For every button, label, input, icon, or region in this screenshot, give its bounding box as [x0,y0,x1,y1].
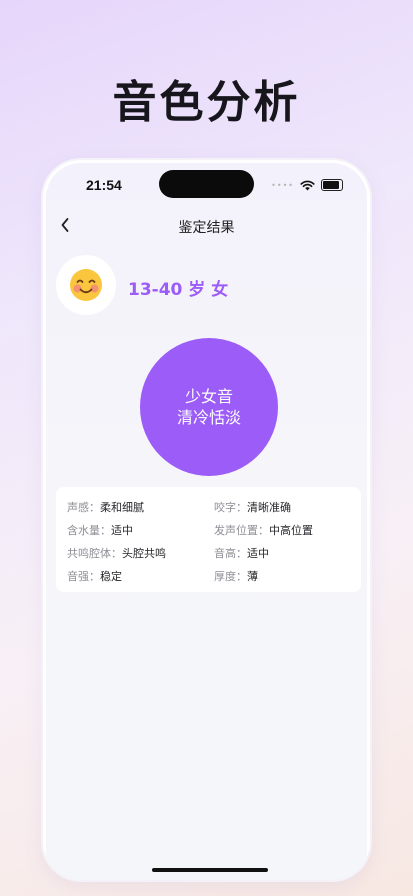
status-time: 21:54 [86,177,122,193]
attributes-card: 声感：柔和细腻 咬字：清晰准确 含水量：适中 发声位置：中高位置 共鸣腔体：头腔… [56,487,361,592]
page-title: 鉴定结果 [178,220,235,236]
voice-style: 清冷恬淡 [176,408,241,427]
attr-moisture: 含水量：适中 [67,524,133,537]
wifi-icon [300,180,315,190]
app-screen: 21:54 •••• 鉴定结果 13-40 岁 女 少女音 清冷恬淡 声感：柔和… [46,163,367,880]
attr-strength: 音强：稳定 [67,570,122,583]
attr-resonance: 共鸣腔体：头腔共鸣 [67,547,166,560]
voice-type: 少女音 [184,387,233,406]
attr-sound-feel: 声感：柔和细腻 [67,501,144,514]
age-gender-label: 13-40 岁 女 [128,280,229,300]
attr-pitch: 音高：适中 [214,547,269,560]
avatar [56,255,116,315]
signal-icon: •••• [271,180,294,190]
home-indicator[interactable] [152,868,268,872]
voice-type-circle: 少女音 清冷恬淡 [140,338,278,476]
attr-articulation: 咬字：清晰准确 [214,501,291,514]
battery-icon [321,179,343,191]
attr-thickness: 厚度：薄 [214,570,258,583]
smiling-face-icon [70,269,102,301]
attr-position: 发声位置：中高位置 [214,524,313,537]
promo-title: 音色分析 [112,77,301,128]
dynamic-island [159,170,254,198]
status-icons: •••• [271,179,343,191]
phone-frame: 21:54 •••• 鉴定结果 13-40 岁 女 少女音 清冷恬淡 声感：柔和… [43,160,370,880]
